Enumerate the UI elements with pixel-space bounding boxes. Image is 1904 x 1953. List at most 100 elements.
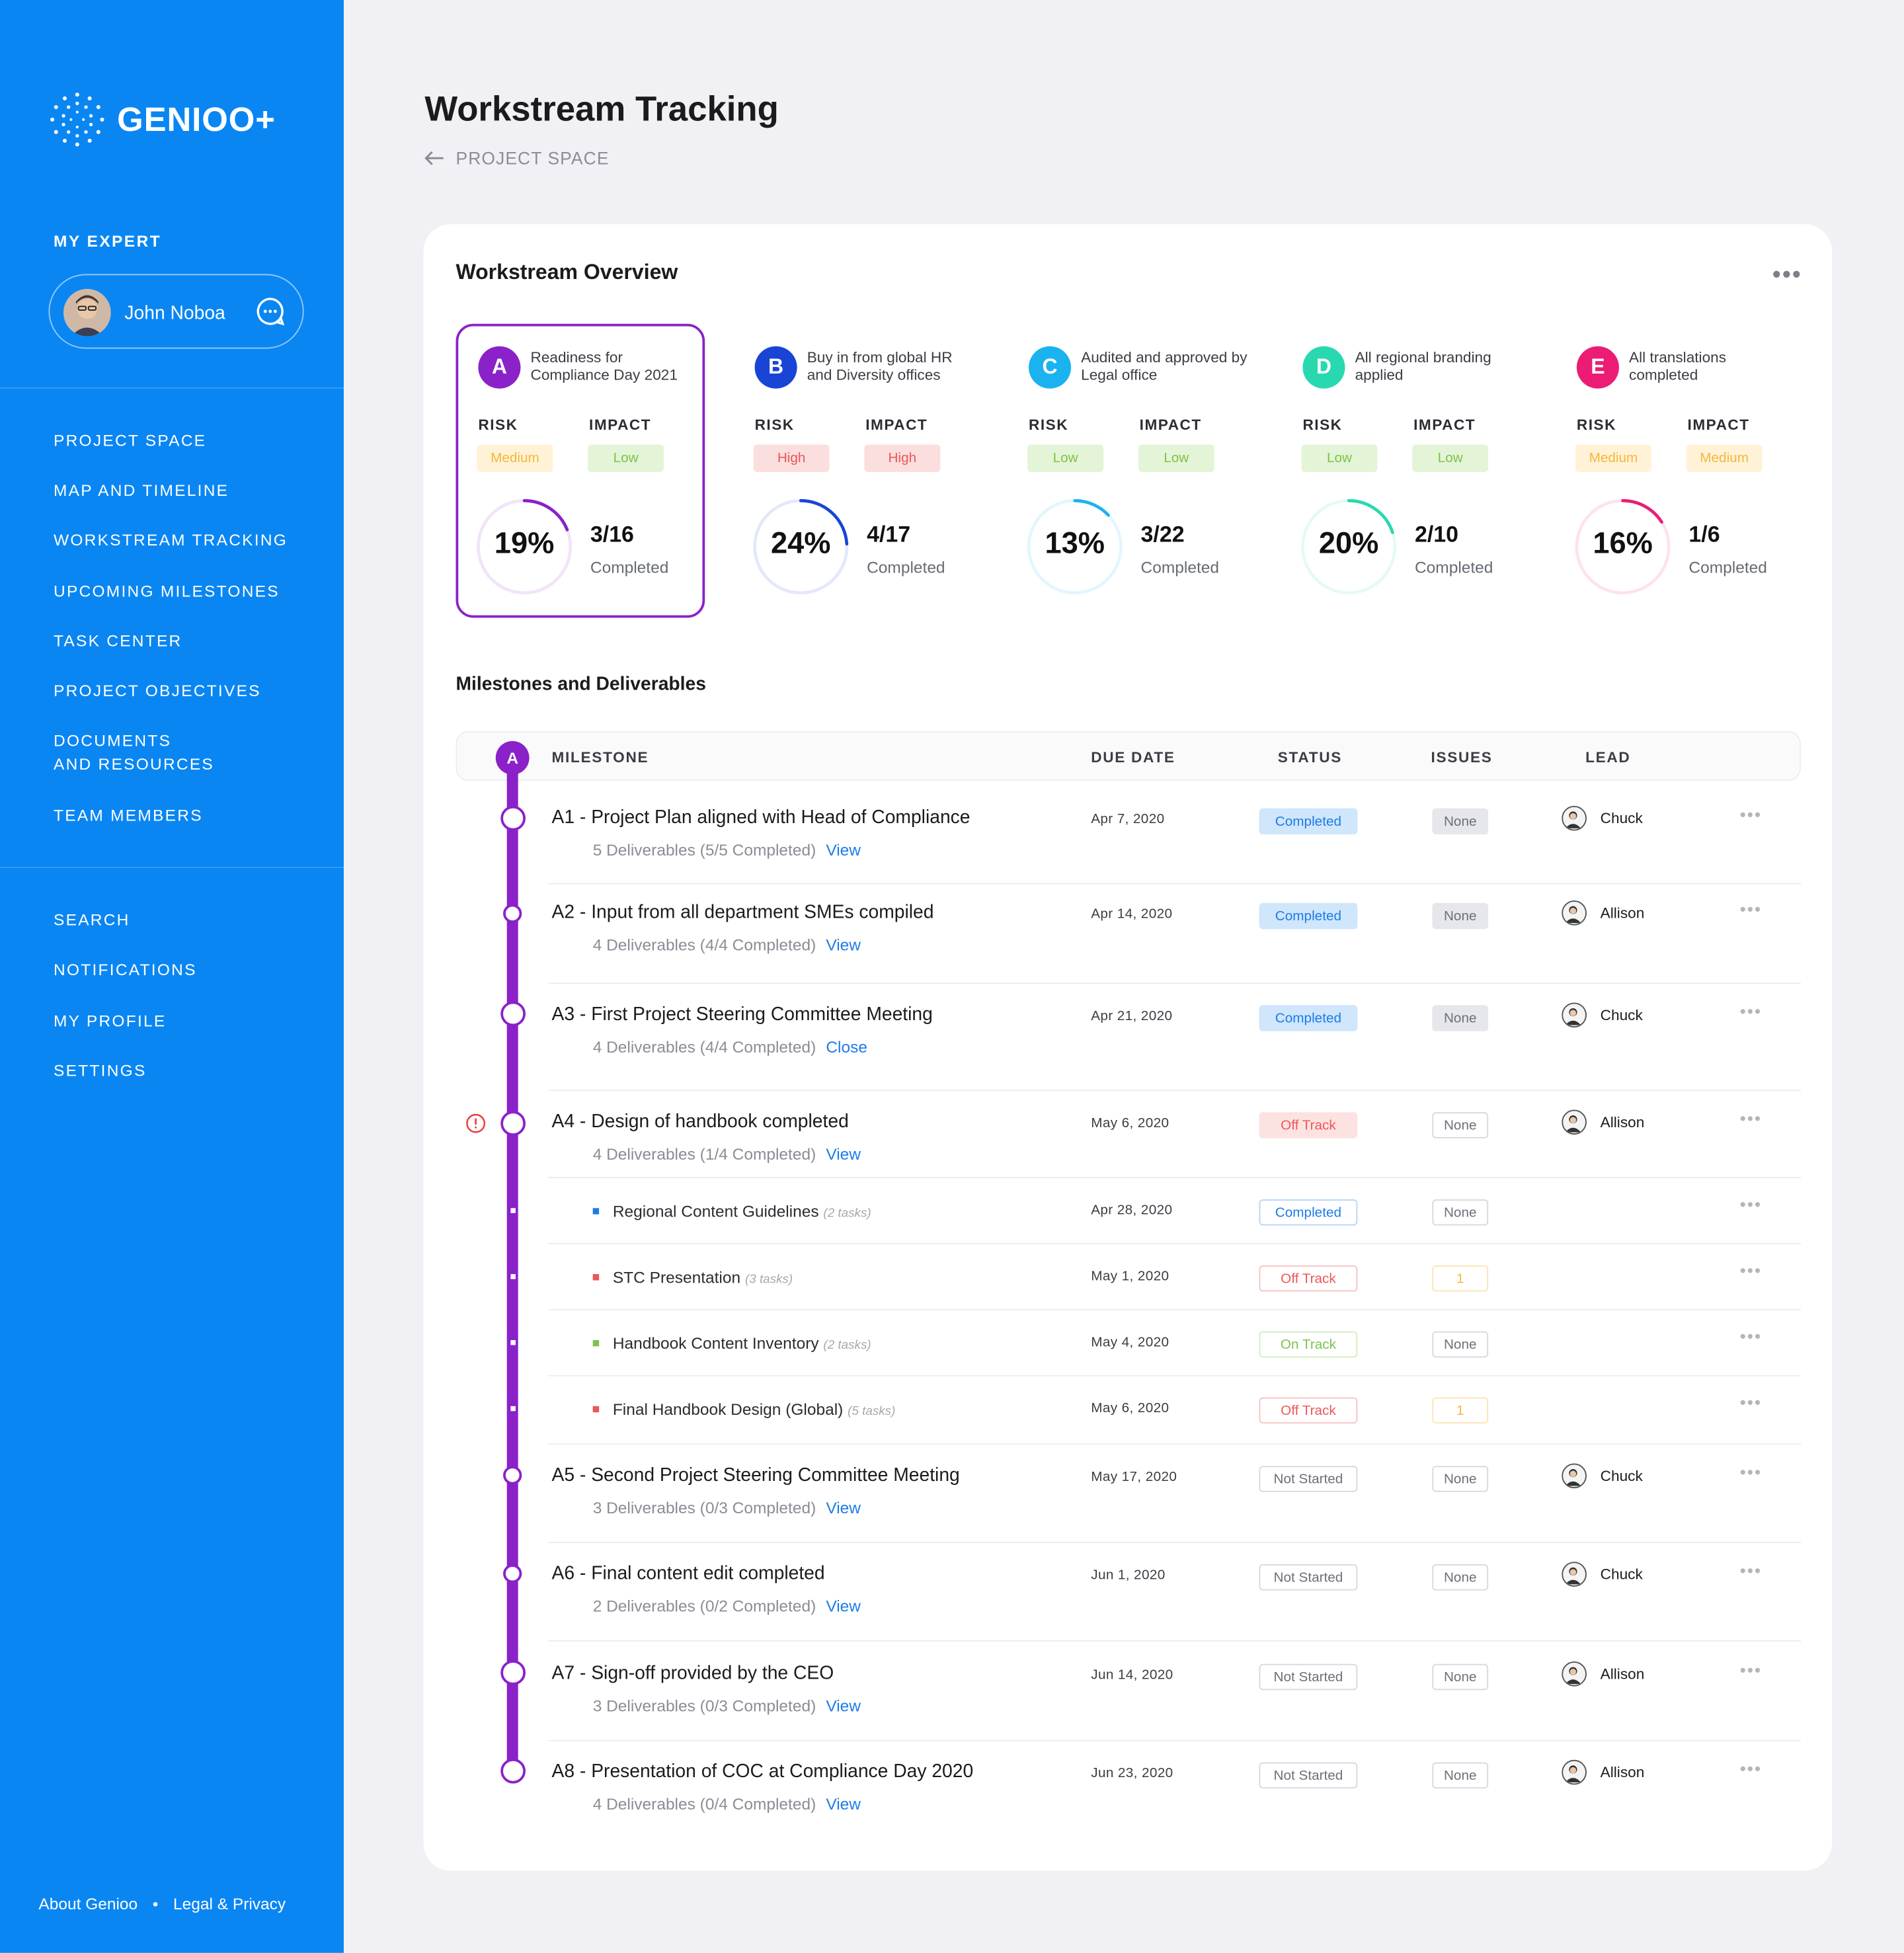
workstream-card-d[interactable]: D All regional branding applied RISK IMP… [1281,324,1530,618]
completed-label: Completed [867,557,945,577]
nav-team-members[interactable]: TEAM MEMBERS [54,803,203,827]
row-more-icon[interactable]: ••• [1740,899,1762,919]
lead[interactable]: Chuck [1562,1562,1643,1587]
nav-map-and-timeline[interactable]: MAP AND TIMELINE [54,478,229,502]
row-more-icon[interactable]: ••• [1740,805,1762,824]
nav-task-center[interactable]: TASK CENTER [54,629,182,653]
lead-name: Chuck [1600,809,1643,827]
nav-upcoming-milestones[interactable]: UPCOMING MILESTONES [54,579,280,603]
row-more-icon[interactable]: ••• [1740,1195,1762,1215]
chat-icon[interactable] [255,296,285,326]
logo[interactable]: GENIOO+ [48,90,276,149]
deliverable-title[interactable]: Final Handbook Design (Global) (5 tasks) [613,1400,896,1418]
nav-my-profile[interactable]: MY PROFILE [54,1009,167,1033]
lead[interactable]: Allison [1562,1661,1644,1687]
status-badge: Off Track [1259,1112,1358,1138]
progress-percent: 16% [1593,526,1653,561]
issues-badge: None [1432,1762,1489,1789]
sidebar-divider [0,867,344,869]
impact-badge: Low [1412,444,1489,472]
deliverables-count: 4 Deliverables (4/4 Completed) [592,935,816,954]
workstream-card-b[interactable]: B Buy in from global HR and Diversity of… [733,324,982,618]
warning-icon[interactable] [466,1113,486,1133]
nav-settings[interactable]: SETTINGS [54,1058,147,1082]
workstream-description: Audited and approved by Legal office [1081,348,1248,384]
view-link[interactable]: Close [826,1037,867,1056]
milestone-deliverables: 5 Deliverables (5/5 Completed) View [593,841,861,859]
lead[interactable]: Allison [1562,1759,1644,1785]
legal-link[interactable]: Legal & Privacy [173,1894,286,1913]
nav-project-space[interactable]: PROJECT SPACE [54,428,206,452]
milestone-title[interactable]: A2 - Input from all department SMEs comp… [552,902,934,923]
nav-project-objectives[interactable]: PROJECT OBJECTIVES [54,679,261,703]
nav-documents-and-resources[interactable]: DOCUMENTS AND RESOURCES [54,729,214,776]
logo-text: GENIOO+ [117,100,276,138]
lead[interactable]: Chuck [1562,1463,1643,1489]
lead-name: Allison [1600,1665,1645,1683]
milestone-title[interactable]: A8 - Presentation of COC at Compliance D… [552,1761,974,1782]
milestone-title[interactable]: A6 - Final content edit completed [552,1563,825,1584]
workstream-card-c[interactable]: C Audited and approved by Legal office R… [1006,324,1255,618]
row-more-icon[interactable]: ••• [1740,1462,1762,1482]
impact-label: IMPACT [865,416,928,434]
deliverable-title[interactable]: STC Presentation (3 tasks) [613,1268,793,1287]
back-link[interactable]: PROJECT SPACE [424,148,609,168]
due-date: Apr 7, 2020 [1091,812,1165,827]
issues-badge: None [1432,1663,1489,1691]
workstream-description: All regional branding applied [1355,348,1491,384]
milestone-title[interactable]: A1 - Project Plan aligned with Head of C… [552,807,971,828]
deliverable-title[interactable]: Handbook Content Inventory (2 tasks) [613,1334,871,1353]
impact-badge: High [864,444,941,472]
timeline-node [503,1564,522,1583]
lead[interactable]: Allison [1562,900,1644,926]
overview-card: Workstream Overview ••• A Readiness for … [423,224,1833,1871]
lead[interactable]: Chuck [1562,805,1643,831]
row-more-icon[interactable]: ••• [1740,1002,1762,1021]
row-more-icon[interactable]: ••• [1740,1392,1762,1412]
view-link[interactable]: View [826,841,861,859]
about-link[interactable]: About Genioo [38,1894,138,1913]
col-status: STATUS [1277,748,1343,766]
lead-avatar [1562,1661,1587,1687]
issues-badge: None [1432,808,1489,835]
completed-fraction: 2/10 [1414,522,1459,547]
lead-name: Chuck [1600,1565,1643,1583]
lead[interactable]: Chuck [1562,1002,1643,1028]
workstream-card-e[interactable]: E All translations completed RISK IMPACT… [1554,324,1804,618]
more-options-icon[interactable]: ••• [1772,262,1802,290]
lead[interactable]: Allison [1562,1109,1644,1135]
view-link[interactable]: View [826,936,861,954]
milestone-title[interactable]: A5 - Second Project Steering Committee M… [552,1464,960,1486]
view-link[interactable]: View [826,1597,861,1615]
row-more-icon[interactable]: ••• [1740,1759,1762,1778]
view-link[interactable]: View [826,1795,861,1814]
lead-avatar [1562,900,1587,926]
workstream-description: Readiness for Compliance Day 2021 [530,348,678,384]
risk-badge: Low [1301,444,1378,472]
milestone-deliverables: 4 Deliverables (1/4 Completed) View [593,1144,861,1163]
nav-search[interactable]: SEARCH [54,908,130,932]
milestone-title[interactable]: A3 - First Project Steering Committee Me… [552,1004,933,1025]
view-link[interactable]: View [826,1696,861,1715]
row-divider [547,1177,1801,1179]
view-link[interactable]: View [826,1144,861,1163]
overview-title: Workstream Overview [456,260,678,284]
expert-card[interactable]: John Noboa [48,274,304,349]
milestone-title[interactable]: A4 - Design of handbook completed [552,1111,849,1132]
row-more-icon[interactable]: ••• [1740,1660,1762,1680]
nav-notifications[interactable]: NOTIFICATIONS [54,958,197,982]
deliverable-title[interactable]: Regional Content Guidelines (2 tasks) [613,1202,871,1220]
workstream-card-a[interactable]: A Readiness for Compliance Day 2021 RISK… [456,323,705,618]
milestone-title[interactable]: A7 - Sign-off provided by the CEO [552,1663,834,1684]
nav-workstream-tracking[interactable]: WORKSTREAM TRACKING [54,528,288,552]
row-more-icon[interactable]: ••• [1740,1260,1762,1280]
row-more-icon[interactable]: ••• [1740,1560,1762,1580]
row-more-icon[interactable]: ••• [1740,1109,1762,1129]
row-more-icon[interactable]: ••• [1740,1326,1762,1346]
row-divider [547,982,1801,984]
risk-badge: Medium [477,444,553,472]
deliverable-name: Regional Content Guidelines [612,1201,819,1221]
issues-badge: None [1432,1564,1489,1591]
view-link[interactable]: View [826,1498,861,1517]
workstream-badge: D [1302,346,1345,389]
